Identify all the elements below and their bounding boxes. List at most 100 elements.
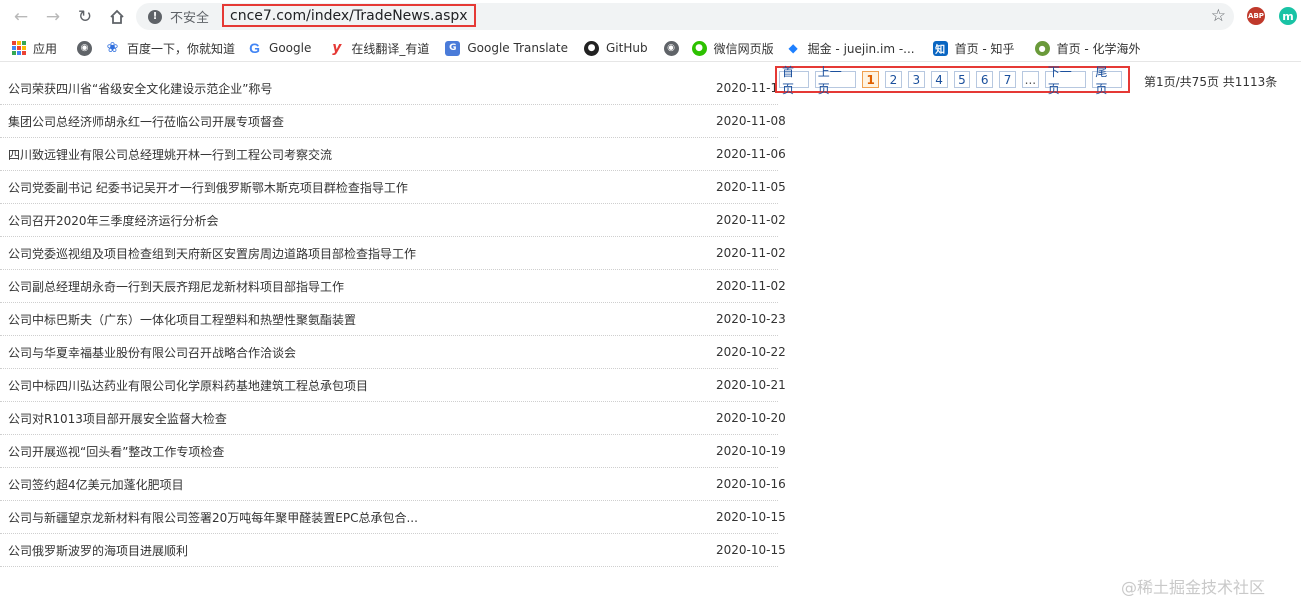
bookmark-chem[interactable]: ● 首页 - 化学海外 (1034, 40, 1141, 57)
news-title-link[interactable]: 四川致远锂业有限公司总经理姚开林一行到工程公司考察交流 (8, 146, 332, 163)
news-title-link[interactable]: 公司对R1013项目部开展安全监督大检查 (8, 410, 227, 427)
chem-icon: ● (1034, 40, 1050, 56)
news-date: 2020-10-22 (716, 345, 786, 359)
warning-icon: ! (148, 9, 162, 24)
back-arrow-icon[interactable]: ← (10, 6, 32, 28)
news-row: 公司与新疆望京龙新材料有限公司签署20万吨每年聚甲醛装置EPC总承包合... 20… (0, 501, 786, 534)
news-row: 公司荣获四川省“省级安全文化建设示范企业”称号 2020-11-10 (0, 72, 786, 105)
bookmark-apps[interactable]: 应用 (12, 40, 57, 57)
bookmark-label: GitHub (606, 41, 648, 55)
page-4-button[interactable]: 4 (930, 71, 948, 88)
news-row: 公司召开2020年三季度经济运行分析会 2020-11-02 (0, 204, 786, 237)
news-row: 公司党委副书记 纪委书记吴开才一行到俄罗斯鄂木斯克项目群检查指导工作 2020-1… (0, 171, 786, 204)
bookmark-label: 首页 - 知乎 (954, 41, 1015, 56)
news-title-link[interactable]: 公司召开2020年三季度经济运行分析会 (8, 212, 219, 229)
news-row: 公司开展巡视“回头看”整改工作专项检查 2020-10-19 (0, 435, 786, 468)
news-row: 公司对R1013项目部开展安全监督大检查 2020-10-20 (0, 402, 786, 435)
bookmark-zhihu[interactable]: 知 首页 - 知乎 (932, 40, 1015, 57)
bookmark-label: 在线翻译_有道 (351, 41, 430, 56)
bookmark-label: 应用 (33, 41, 58, 56)
bookmark-google-translate[interactable]: G Google Translate (445, 40, 568, 56)
bookmark-github[interactable]: ● GitHub (584, 40, 648, 56)
m-extension-icon[interactable]: m (1279, 7, 1297, 25)
news-date: 2020-11-08 (716, 114, 786, 128)
bookmark-globe-1[interactable]: ◉ (77, 40, 99, 56)
news-title-link[interactable]: 公司党委巡视组及项目检查组到天府新区安置房周边道路项目部检查指导工作 (8, 245, 416, 262)
news-title-link[interactable]: 公司开展巡视“回头看”整改工作专项检查 (8, 443, 224, 460)
globe-icon: ◉ (663, 40, 679, 56)
news-date: 2020-10-19 (716, 444, 786, 458)
bookmarks-bar: 应用 ◉ ❀ 百度一下，你就知道 G Google y 在线翻译_有道 G Go… (0, 35, 1301, 62)
bookmark-baidu[interactable]: ❀ 百度一下，你就知道 (105, 40, 235, 57)
news-title-link[interactable]: 公司中标四川弘达药业有限公司化学原料药基地建筑工程总承包项目 (8, 377, 368, 394)
bookmark-label: 掘金 - juejin.im -... (807, 41, 915, 56)
bookmark-youdao[interactable]: y 在线翻译_有道 (329, 40, 429, 57)
news-date: 2020-10-16 (716, 477, 786, 491)
apps-icon (12, 41, 26, 55)
browser-toolbar: ← → ↻ ! 不安全 cnce7.com/index/TradeNews.as… (0, 0, 1301, 33)
news-row: 公司与华夏幸福基业股份有限公司召开战略合作洽谈会 2020-10-22 (0, 336, 786, 369)
bookmark-star-icon[interactable]: ☆ (1211, 6, 1226, 26)
bookmark-wechat[interactable]: ● 微信网页版 (691, 40, 774, 57)
reload-icon[interactable]: ↻ (74, 6, 96, 28)
page-3-button[interactable]: 3 (907, 71, 925, 88)
news-title-link[interactable]: 集团公司总经济师胡永红一行莅临公司开展专项督查 (8, 113, 284, 130)
page-1-button[interactable]: 1 (862, 71, 880, 88)
news-row: 公司副总经理胡永奇一行到天辰齐翔尼龙新材料项目部指导工作 2020-11-02 (0, 270, 786, 303)
last-page-button[interactable]: 尾页 (1092, 65, 1123, 96)
news-title-link[interactable]: 公司党委副书记 纪委书记吴开才一行到俄罗斯鄂木斯克项目群检查指导工作 (8, 179, 408, 196)
bookmark-google[interactable]: G Google (247, 40, 312, 56)
pagination: 首页 上一页 1 2 3 4 5 6 7 ... 下一页 尾页 (775, 65, 1130, 96)
news-title-link[interactable]: 公司签约超4亿美元加蓬化肥项目 (8, 476, 184, 493)
bookmark-label: 首页 - 化学海外 (1056, 41, 1141, 56)
news-list: 公司荣获四川省“省级安全文化建设示范企业”称号 2020-11-10 集团公司总经济… (0, 72, 786, 567)
news-row: 四川致远锂业有限公司总经理姚开林一行到工程公司考察交流 2020-11-06 (0, 138, 786, 171)
next-page-button[interactable]: 下一页 (1044, 65, 1087, 96)
page-7-button[interactable]: 7 (999, 71, 1016, 88)
zhihu-icon: 知 (932, 40, 948, 56)
news-title-link[interactable]: 公司副总经理胡永奇一行到天辰齐翔尼龙新材料项目部指导工作 (8, 278, 344, 295)
google-translate-icon: G (445, 40, 461, 56)
first-page-button[interactable]: 首页 (779, 65, 809, 96)
news-title-link[interactable]: 公司与新疆望京龙新材料有限公司签署20万吨每年聚甲醛装置EPC总承包合... (8, 509, 418, 526)
news-title-link[interactable]: 公司与华夏幸福基业股份有限公司召开战略合作洽谈会 (8, 344, 296, 361)
adblock-extension-icon[interactable]: ABP (1247, 7, 1265, 25)
news-row: 集团公司总经济师胡永红一行莅临公司开展专项督查 2020-11-08 (0, 105, 786, 138)
github-icon: ● (584, 40, 599, 56)
youdao-icon: y (332, 40, 342, 56)
news-date: 2020-10-21 (716, 378, 786, 392)
page-6-button[interactable]: 6 (976, 71, 994, 88)
bookmark-globe-2[interactable]: ◉ (663, 40, 686, 56)
news-title-link[interactable]: 公司中标巴斯夫（广东）一体化项目工程塑料和热塑性聚氨酯装置 (8, 311, 356, 328)
page-5-button[interactable]: 5 (953, 71, 971, 88)
watermark: @稀土掘金技术社区 (1121, 578, 1266, 597)
address-bar[interactable]: ! 不安全 cnce7.com/index/TradeNews.aspx ☆ (136, 3, 1234, 30)
baidu-icon: ❀ (106, 40, 119, 56)
bookmark-label: 百度一下，你就知道 (127, 41, 236, 56)
news-date: 2020-10-15 (716, 510, 786, 524)
bookmark-label: 微信网页版 (713, 41, 774, 56)
news-row: 公司党委巡视组及项目检查组到天府新区安置房周边道路项目部检查指导工作 2020-1… (0, 237, 786, 270)
news-row: 公司俄罗斯波罗的海项目进展顺利 2020-10-15 (0, 534, 786, 567)
google-icon: G (249, 40, 260, 56)
insecure-label: 不安全 (170, 11, 210, 26)
news-date: 2020-10-15 (716, 543, 786, 557)
page-2-button[interactable]: 2 (885, 71, 902, 88)
news-date: 2020-11-05 (716, 180, 786, 194)
forward-arrow-icon[interactable]: → (42, 6, 64, 28)
pagination-info: 第1页/共75页 共1113条 (1144, 75, 1278, 89)
news-row: 公司中标四川弘达药业有限公司化学原料药基地建筑工程总承包项目 2020-10-21 (0, 369, 786, 402)
news-title-link[interactable]: 公司荣获四川省“省级安全文化建设示范企业”称号 (8, 80, 272, 97)
news-row: 公司中标巴斯夫（广东）一体化项目工程塑料和热塑性聚氨酯装置 2020-10-23 (0, 303, 786, 336)
home-icon[interactable] (106, 6, 128, 28)
bookmark-label: Google (269, 41, 312, 55)
news-date: 2020-11-06 (716, 147, 786, 161)
prev-page-button[interactable]: 上一页 (814, 65, 857, 96)
news-date: 2020-10-20 (716, 411, 786, 425)
news-date: 2020-11-02 (716, 213, 786, 227)
news-title-link[interactable]: 公司俄罗斯波罗的海项目进展顺利 (8, 542, 188, 559)
page-ellipsis[interactable]: ... (1021, 71, 1039, 88)
juejin-icon: ◆ (788, 41, 798, 55)
bookmark-juejin[interactable]: ◆ 掘金 - juejin.im -... (786, 40, 915, 57)
url-text[interactable]: cnce7.com/index/TradeNews.aspx (222, 4, 476, 27)
